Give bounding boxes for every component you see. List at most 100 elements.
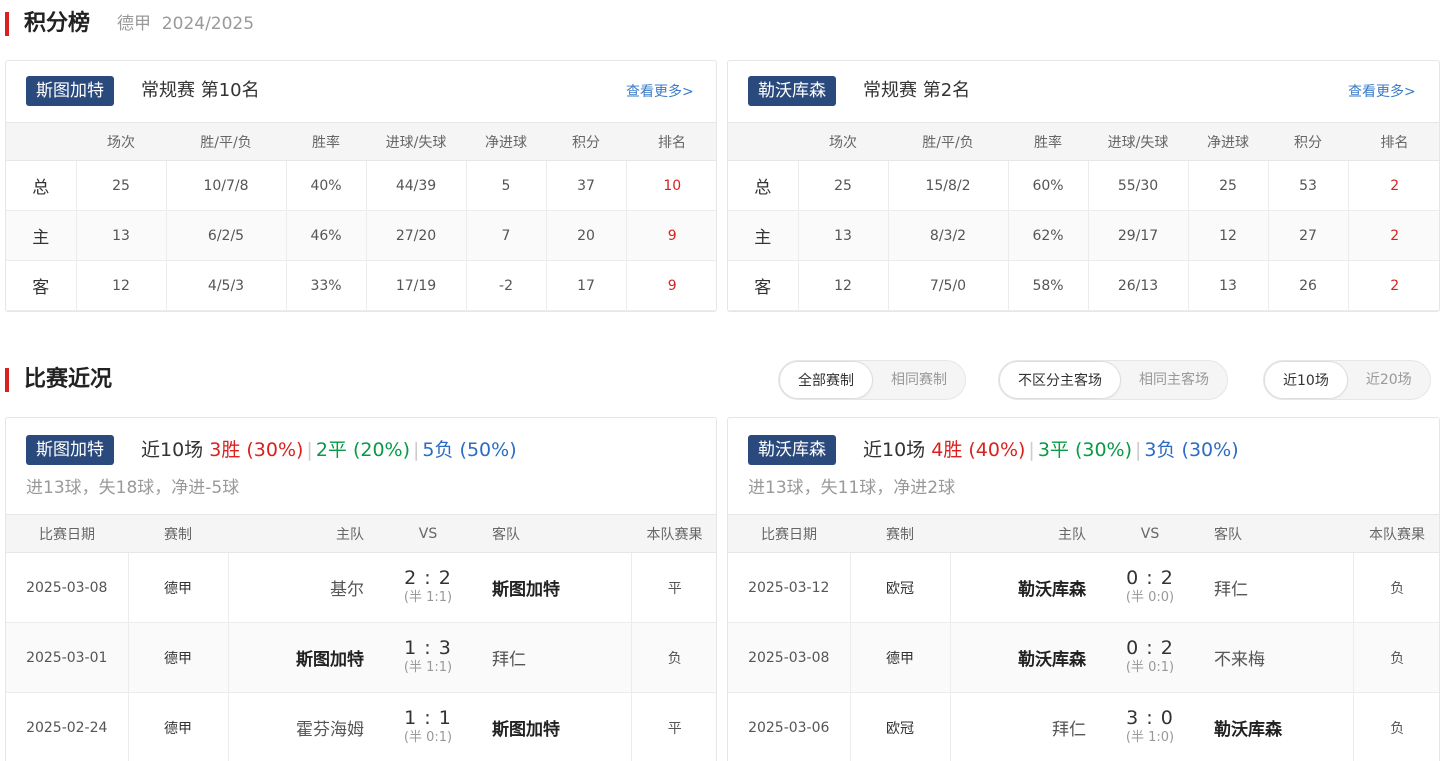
table-cell: 29/17	[1088, 210, 1189, 261]
team-badge[interactable]: 斯图加特	[26, 76, 114, 106]
away-team-name[interactable]: 斯图加特	[492, 720, 560, 740]
full-time-score: 1 : 3	[404, 636, 452, 659]
away-team[interactable]: 拜仁	[478, 622, 632, 693]
table-cell: 46%	[286, 210, 367, 261]
table-cell: 17/19	[366, 260, 467, 311]
table-header-row: 场次 胜/平/负 胜率 进球/失球 净进球 积分 排名	[728, 122, 1439, 161]
table-cell: 37	[546, 160, 627, 211]
match-competition: 欧冠	[850, 552, 951, 623]
away-team-name[interactable]: 不来梅	[1214, 650, 1265, 670]
home-team-name[interactable]: 勒沃库森	[1018, 650, 1086, 670]
match-competition: 德甲	[128, 552, 229, 623]
away-team-name[interactable]: 勒沃库森	[1214, 720, 1282, 740]
match-competition: 欧冠	[850, 692, 951, 761]
column-header: 客队	[1200, 514, 1353, 553]
team-badge[interactable]: 勒沃库森	[748, 76, 836, 106]
match-row[interactable]: 2025-03-01 德甲 斯图加特 1 : 3 (半 1:1) 拜仁 负	[6, 622, 716, 693]
column-header: 积分	[1268, 122, 1348, 161]
table-row: 总 25 15/8/2 60% 55/30 25 53 2	[728, 160, 1439, 211]
match-date: 2025-03-06	[728, 692, 851, 761]
match-result: 负	[631, 622, 716, 693]
column-header: 胜率	[286, 122, 366, 161]
column-header: 净进球	[1188, 122, 1268, 161]
away-team-name[interactable]: 斯图加特	[492, 580, 560, 600]
match-score: 3 : 0 (半 1:0)	[1100, 692, 1200, 761]
away-team-name[interactable]: 拜仁	[492, 650, 526, 670]
table-cell: 5	[466, 160, 547, 211]
section-accent-bar	[5, 12, 9, 36]
match-date: 2025-02-24	[6, 692, 129, 761]
goal-summary: 进13球，失11球，净进2球	[748, 478, 956, 498]
home-team[interactable]: 霍芬海姆	[228, 692, 378, 761]
match-table: 比赛日期 赛制 主队 VS 客队 本队赛果 2025-03-12 欧冠 勒沃库森 0 : 2 (半…	[728, 514, 1439, 761]
table-cell: 15/8/2	[888, 160, 1009, 211]
filter-option[interactable]: 近20场	[1348, 361, 1430, 399]
filter-option[interactable]: 不区分主客场	[999, 361, 1121, 399]
half-time-score: (半 1:1)	[403, 589, 453, 605]
team-badge[interactable]: 勒沃库森	[748, 435, 836, 465]
match-row[interactable]: 2025-02-24 德甲 霍芬海姆 1 : 1 (半 0:1) 斯图加特 平	[6, 692, 716, 761]
home-team-name[interactable]: 斯图加特	[296, 650, 364, 670]
table-cell: 7	[466, 210, 547, 261]
view-more-link[interactable]: 查看更多>	[1348, 82, 1416, 102]
table-cell: 44/39	[366, 160, 467, 211]
table-cell: 62%	[1008, 210, 1089, 261]
column-header: 比赛日期	[6, 514, 128, 553]
away-team[interactable]: 不来梅	[1200, 622, 1354, 693]
table-cell: 主	[6, 210, 77, 261]
record-span: 近10场	[141, 439, 204, 461]
match-row[interactable]: 2025-03-06 欧冠 拜仁 3 : 0 (半 1:0) 勒沃库森 负	[728, 692, 1439, 761]
table-cell: 55/30	[1088, 160, 1189, 211]
half-time-score: (半 0:0)	[1125, 589, 1175, 605]
home-team[interactable]: 基尔	[228, 552, 378, 623]
table-cell: 2	[1348, 210, 1439, 261]
table-cell: 客	[728, 260, 799, 311]
home-team[interactable]: 斯图加特	[228, 622, 378, 693]
half-time-score: (半 1:0)	[1125, 729, 1175, 745]
table-cell: 12	[76, 260, 167, 311]
standings-header: 积分榜 德甲 2024/2025	[0, 9, 1448, 39]
column-header: 积分	[546, 122, 626, 161]
table-cell: 27/20	[366, 210, 467, 261]
column-header: 场次	[798, 122, 888, 161]
recent-panel-away: 勒沃库森 近10场 4胜 (40%) | 3平 (30%) | 3负 (30%) 进13…	[727, 417, 1440, 761]
column-header: 主队	[950, 514, 1100, 553]
recent-panel-home: 斯图加特 近10场 3胜 (30%) | 2平 (20%) | 5负 (50%) 进13…	[5, 417, 717, 761]
away-team[interactable]: 斯图加特	[478, 552, 632, 623]
home-team[interactable]: 勒沃库森	[950, 622, 1100, 693]
home-team-name[interactable]: 基尔	[330, 580, 364, 600]
full-time-score: 2 : 2	[404, 566, 452, 589]
match-competition: 德甲	[128, 692, 229, 761]
home-team-name[interactable]: 勒沃库森	[1018, 580, 1086, 600]
match-score: 1 : 3 (半 1:1)	[378, 622, 478, 693]
match-row[interactable]: 2025-03-12 欧冠 勒沃库森 0 : 2 (半 0:0) 拜仁 负	[728, 552, 1439, 623]
table-cell: 总	[6, 160, 77, 211]
column-header: 胜率	[1008, 122, 1088, 161]
view-more-link[interactable]: 查看更多>	[626, 82, 694, 102]
column-header: 场次	[76, 122, 166, 161]
home-team[interactable]: 勒沃库森	[950, 552, 1100, 623]
table-row: 主 13 8/3/2 62% 29/17 12 27 2	[728, 210, 1439, 261]
filter-option[interactable]: 相同主客场	[1121, 361, 1227, 399]
away-team[interactable]: 拜仁	[1200, 552, 1354, 623]
home-team[interactable]: 拜仁	[950, 692, 1100, 761]
away-team-name[interactable]: 拜仁	[1214, 580, 1248, 600]
half-time-score: (半 0:1)	[403, 729, 453, 745]
table-cell: 17	[546, 260, 627, 311]
column-header: 赛制	[128, 514, 228, 553]
away-team[interactable]: 勒沃库森	[1200, 692, 1354, 761]
team-badge[interactable]: 斯图加特	[26, 435, 114, 465]
filter-option[interactable]: 近10场	[1264, 361, 1348, 399]
table-cell: 40%	[286, 160, 367, 211]
match-row[interactable]: 2025-03-08 德甲 基尔 2 : 2 (半 1:1) 斯图加特 平	[6, 552, 716, 623]
column-header: 本队赛果	[631, 514, 716, 553]
home-team-name[interactable]: 霍芬海姆	[296, 720, 364, 740]
table-cell: 9	[626, 210, 716, 261]
table-header-row: 比赛日期 赛制 主队 VS 客队 本队赛果	[6, 514, 716, 553]
filter-option[interactable]: 全部赛制	[779, 361, 873, 399]
record-losses: 3负 (30%)	[1144, 439, 1239, 461]
match-row[interactable]: 2025-03-08 德甲 勒沃库森 0 : 2 (半 0:1) 不来梅 负	[728, 622, 1439, 693]
filter-option[interactable]: 相同赛制	[873, 361, 965, 399]
away-team[interactable]: 斯图加特	[478, 692, 632, 761]
home-team-name[interactable]: 拜仁	[1052, 720, 1086, 740]
